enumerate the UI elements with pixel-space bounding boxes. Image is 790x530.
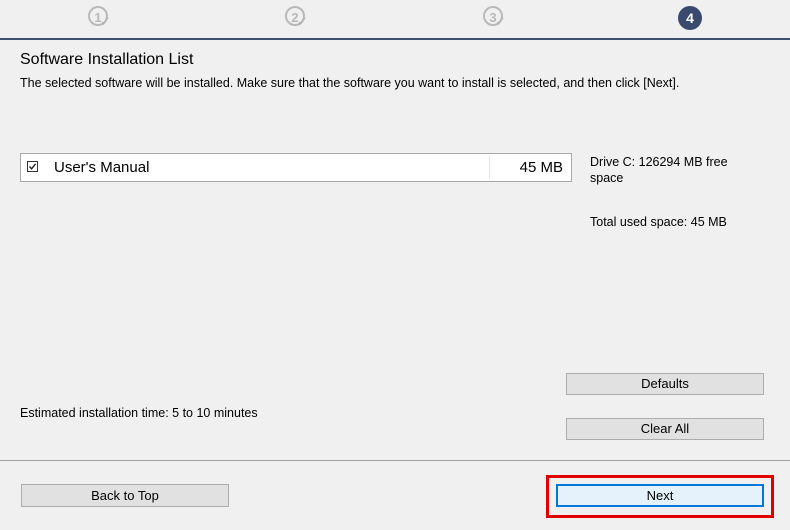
next-button[interactable]: Next xyxy=(556,484,764,507)
estimated-time: Estimated installation time: 5 to 10 min… xyxy=(20,406,258,420)
checkmark-icon: ✓ xyxy=(100,14,111,29)
checkmark-icon: ✓ xyxy=(495,14,506,29)
software-size: 45 MB xyxy=(519,159,563,176)
software-list: User's Manual 45 MB xyxy=(20,153,572,182)
footer-divider xyxy=(0,460,790,461)
defaults-button[interactable]: Defaults xyxy=(566,373,764,395)
step-4: 4 xyxy=(678,6,702,30)
page-description: The selected software will be installed.… xyxy=(20,76,680,90)
back-to-top-button[interactable]: Back to Top xyxy=(21,484,229,507)
step-indicator: 1 ✓ 2 ✓ 3 ✓ 4 xyxy=(0,0,790,38)
column-divider xyxy=(489,156,490,179)
checkmark-icon xyxy=(28,163,37,170)
drive-free-space: Drive C: 126294 MB free space xyxy=(590,155,728,185)
clear-all-button[interactable]: Clear All xyxy=(566,418,764,440)
software-name: User's Manual xyxy=(54,159,150,176)
step-3: 3 ✓ xyxy=(483,6,507,30)
step-2: 2 ✓ xyxy=(285,6,309,30)
checkbox[interactable] xyxy=(27,161,38,172)
step-number: 4 xyxy=(678,6,702,30)
list-item[interactable]: User's Manual 45 MB xyxy=(21,154,571,181)
step-1: 1 ✓ xyxy=(88,6,112,30)
step-divider xyxy=(0,38,790,40)
checkmark-icon: ✓ xyxy=(297,14,308,29)
total-used-space: Total used space: 45 MB xyxy=(590,215,727,229)
page-title: Software Installation List xyxy=(20,51,194,68)
